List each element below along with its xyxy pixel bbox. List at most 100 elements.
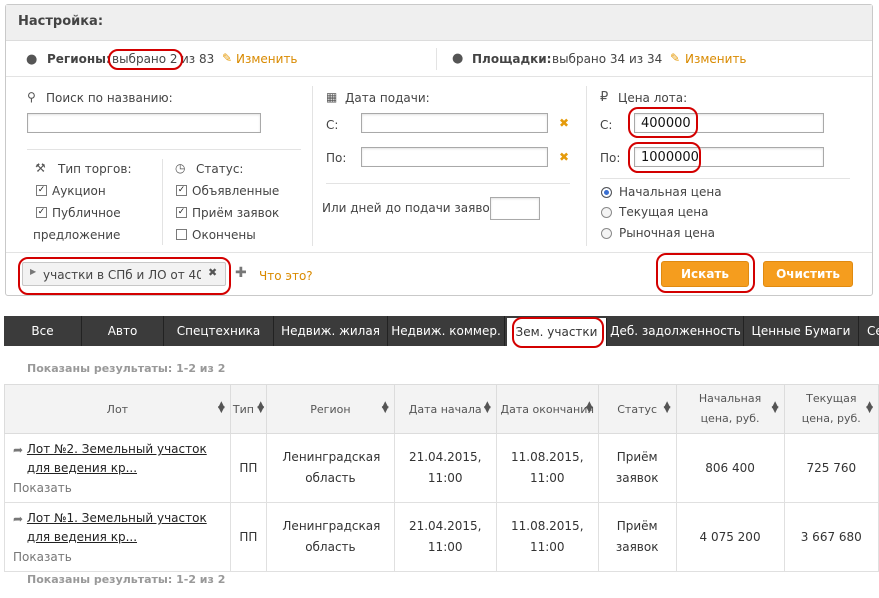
results-count-bottom: Показаны результаты: 1-2 из 2: [27, 573, 226, 586]
ruble-icon: ₽: [600, 90, 609, 105]
cell-type: ПП: [229, 502, 268, 572]
trade-type-public-cont: предложение: [33, 228, 121, 242]
divider: [162, 159, 163, 245]
what-is-this-link[interactable]: Что это?: [259, 269, 313, 283]
cell-status: Приём заявок: [597, 502, 677, 572]
tab-auto[interactable]: Авто: [82, 316, 164, 346]
divider: [326, 183, 570, 184]
search-icon: ⚲: [27, 90, 36, 104]
divider: [600, 178, 850, 179]
clear-date-to-icon[interactable]: ✖: [559, 150, 569, 164]
checkbox-public-offer[interactable]: ✓: [36, 207, 47, 218]
radio-current-price[interactable]: [601, 207, 612, 218]
sort-icon: ▲ ▼: [585, 400, 593, 415]
price-label: Цена лота:: [618, 91, 688, 105]
cell-current-price: 725 760: [783, 433, 879, 503]
status-text: Приём заявок: [615, 450, 659, 485]
clear-date-from-icon[interactable]: ✖: [559, 116, 569, 130]
table-row[interactable]: ➦ Лот №1. Земельный участок для ведения …: [4, 502, 879, 572]
plus-icon[interactable]: ✚: [235, 265, 247, 281]
cell-start-date: 21.04.2015, 11:00: [393, 502, 497, 572]
highlight-mark: [628, 142, 701, 173]
tab-all[interactable]: Все: [4, 316, 82, 346]
cell-status: Приём заявок: [597, 433, 677, 503]
column-header-status[interactable]: Статус ▲ ▼: [597, 384, 677, 434]
sort-icon: ▲ ▼: [483, 400, 491, 415]
map-pin-icon: ●: [26, 52, 38, 67]
settings-panel: Настройка: ● Регионы: выбрано 2 из 83 ✎ …: [5, 4, 873, 296]
cell-start-price: 806 400: [675, 433, 785, 503]
radio-market-price[interactable]: [601, 228, 612, 239]
search-input[interactable]: [27, 113, 261, 133]
settings-header: Настройка:: [6, 5, 872, 41]
price-to-label: По:: [600, 151, 621, 165]
highlight-mark: [628, 107, 698, 138]
date-to-input[interactable]: [361, 147, 548, 167]
divider: [27, 149, 301, 150]
cell-start-date: 21.04.2015, 11:00: [393, 433, 497, 503]
pencil-icon: ✎: [222, 51, 233, 65]
tab-special-equipment[interactable]: Спецтехника: [164, 316, 274, 346]
price-option-current: Текущая цена: [619, 205, 709, 219]
column-header-lot[interactable]: Лот ▲ ▼: [4, 384, 231, 434]
checkbox-announced[interactable]: ✓: [176, 185, 187, 196]
radio-start-price[interactable]: [601, 187, 612, 198]
lot-link[interactable]: Лот №1. Земельный участок для ведения кр…: [27, 509, 217, 547]
show-link[interactable]: Показать: [13, 481, 72, 495]
days-label: Или дней до подачи заявок*:: [322, 201, 508, 215]
end-date-text: 11.08.2015, 11:00: [510, 450, 584, 485]
column-header-start-date[interactable]: Дата начала ▲ ▼: [393, 384, 497, 434]
tab-commercial[interactable]: Недвиж. коммер.: [388, 316, 505, 346]
lot-link[interactable]: Лот №2. Земельный участок для ведения кр…: [27, 440, 217, 478]
table-header-row: Лот ▲ ▼ Тип ▲ ▼ Регион ▲ ▼ Дата начала ▲ ▼ Дата …: [4, 384, 879, 434]
globe-icon: ●: [452, 51, 464, 66]
column-label: Текущая цена, руб.: [801, 392, 861, 425]
highlight-mark: [512, 317, 604, 348]
checkbox-finished[interactable]: [176, 229, 187, 240]
column-header-region[interactable]: Регион ▲ ▼: [266, 384, 395, 434]
date-from-label: С:: [326, 118, 339, 132]
price-option-start: Начальная цена: [619, 185, 722, 199]
regions-change-link[interactable]: Изменить: [236, 52, 298, 66]
tab-more[interactable]: Се: [859, 316, 879, 346]
tab-securities[interactable]: Ценные Бумаги: [744, 316, 859, 346]
column-header-type[interactable]: Тип ▲ ▼: [229, 384, 268, 434]
date-to-label: По:: [326, 151, 347, 165]
search-label: Поиск по названию:: [46, 91, 173, 105]
checkbox-accepting[interactable]: ✓: [176, 207, 187, 218]
column-header-start-price[interactable]: Начальная цена, руб. ▲ ▼: [675, 384, 785, 434]
cell-end-date: 11.08.2015, 11:00: [495, 502, 599, 572]
tab-debt[interactable]: Деб. задолженность: [608, 316, 744, 346]
days-input[interactable]: [490, 197, 540, 220]
lot-cell: ➦ Лот №2. Земельный участок для ведения …: [4, 433, 231, 503]
end-date-text: 11.08.2015, 11:00: [510, 519, 584, 554]
cell-region: Ленинградская область: [266, 502, 395, 572]
divider: [312, 86, 313, 246]
trade-type-public: Публичное: [52, 206, 121, 220]
clock-icon: ◷: [175, 161, 186, 175]
cell-end-date: 11.08.2015, 11:00: [495, 433, 599, 503]
regions-label: Регионы:: [47, 52, 111, 66]
status-finished: Окончены: [192, 228, 256, 242]
divider: [436, 48, 437, 70]
status-text: Приём заявок: [615, 519, 659, 554]
region-text: Ленинградская область: [282, 519, 381, 554]
table-row[interactable]: ➦ Лот №2. Земельный участок для ведения …: [4, 433, 879, 503]
platforms-change-link[interactable]: Изменить: [685, 52, 747, 66]
clear-button[interactable]: Очистить: [763, 261, 853, 287]
divider: [586, 86, 587, 246]
date-from-input[interactable]: [361, 113, 548, 133]
cell-type: ПП: [229, 433, 268, 503]
pencil-icon: ✎: [670, 51, 681, 65]
cell-region: Ленинградская область: [266, 433, 395, 503]
trade-type-label: Тип торгов:: [58, 162, 132, 176]
tab-residential[interactable]: Недвиж. жилая: [274, 316, 388, 346]
show-link[interactable]: Показать: [13, 550, 72, 564]
column-header-end-date[interactable]: Дата окончания ▲ ▼: [495, 384, 599, 434]
share-arrow-icon: ➦: [13, 443, 24, 457]
column-header-current-price[interactable]: Текущая цена, руб. ▲ ▼: [783, 384, 879, 434]
checkbox-auction[interactable]: ✓: [36, 185, 47, 196]
price-from-label: С:: [600, 118, 613, 132]
highlight-mark: [656, 253, 755, 293]
sort-icon: ▲ ▼: [866, 400, 873, 415]
